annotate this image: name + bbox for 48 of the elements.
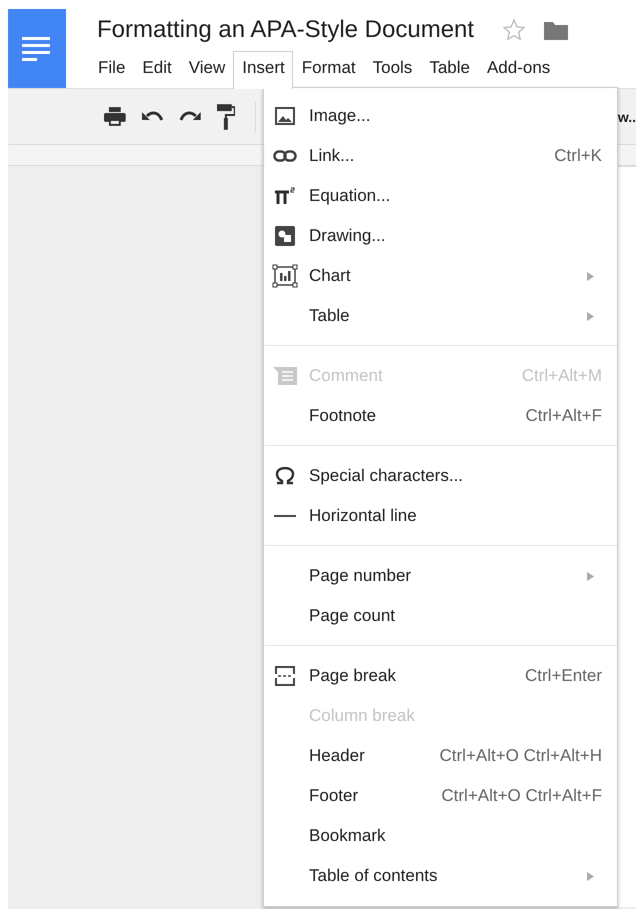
shapes-icon <box>274 226 294 246</box>
image-icon <box>274 107 294 125</box>
docs-logo-icon[interactable] <box>8 9 66 88</box>
keyboard-shortcut: Ctrl+K <box>554 146 602 166</box>
menu-item[interactable]: Tools <box>364 51 420 88</box>
menu-option[interactable]: Footer <box>309 786 358 806</box>
bar-chart-icon <box>272 264 298 288</box>
undo-icon[interactable] <box>142 110 164 124</box>
redo-icon[interactable] <box>179 110 202 124</box>
menu-item[interactable]: Add-ons <box>478 51 558 88</box>
menu-option[interactable]: Chart <box>309 266 351 286</box>
paragraph-style-dropdown[interactable]: w.. <box>618 108 636 124</box>
folder-icon[interactable] <box>544 20 568 40</box>
menu-item[interactable]: File <box>89 51 134 88</box>
keyboard-shortcut: Ctrl+Alt+O Ctrl+Alt+H <box>440 746 602 766</box>
menu-item[interactable]: Edit <box>133 51 180 88</box>
menu-option[interactable]: Header <box>309 746 365 766</box>
menu-option[interactable]: Table of contents <box>309 866 438 886</box>
link-icon <box>272 150 296 162</box>
comment-icon <box>272 367 296 385</box>
menu-option[interactable]: Drawing... <box>309 226 386 246</box>
menu-item[interactable]: View <box>180 51 234 88</box>
menu-option[interactable]: Footnote <box>309 406 376 426</box>
pi-squared-icon <box>274 187 296 205</box>
menu-option[interactable]: Page number <box>309 566 412 586</box>
menu-option[interactable]: Horizontal line <box>309 506 417 526</box>
menu-option[interactable]: Bookmark <box>309 826 386 846</box>
star-icon[interactable] <box>502 18 526 42</box>
menu-option[interactable]: Special characters... <box>309 466 464 486</box>
menu-option[interactable]: Table <box>309 306 350 326</box>
keyboard-shortcut: Ctrl+Enter <box>525 666 602 686</box>
menu-option[interactable]: Equation... <box>309 186 390 206</box>
horizontal-line-icon <box>274 514 296 518</box>
menu-option[interactable]: Page break <box>309 666 396 686</box>
keyboard-shortcut: Ctrl+Alt+O Ctrl+Alt+F <box>441 786 602 806</box>
menu-option[interactable]: Page count <box>309 606 396 626</box>
keyboard-shortcut: Ctrl+Alt+F <box>525 406 602 426</box>
menu-item[interactable]: Format <box>292 51 364 88</box>
keyboard-shortcut: Ctrl+Alt+M <box>522 366 602 386</box>
menu-option[interactable]: Image... <box>309 106 370 126</box>
omega-icon <box>274 467 294 485</box>
paint-roller-icon[interactable] <box>217 104 235 130</box>
menu-item[interactable]: Table <box>420 51 478 88</box>
document-title[interactable]: Formatting an APA-Style Document <box>97 16 474 44</box>
page-break-icon <box>274 666 294 686</box>
print-icon[interactable] <box>104 106 126 126</box>
menu-item[interactable]: Insert <box>233 51 293 89</box>
menu-option[interactable]: Link... <box>309 146 354 166</box>
